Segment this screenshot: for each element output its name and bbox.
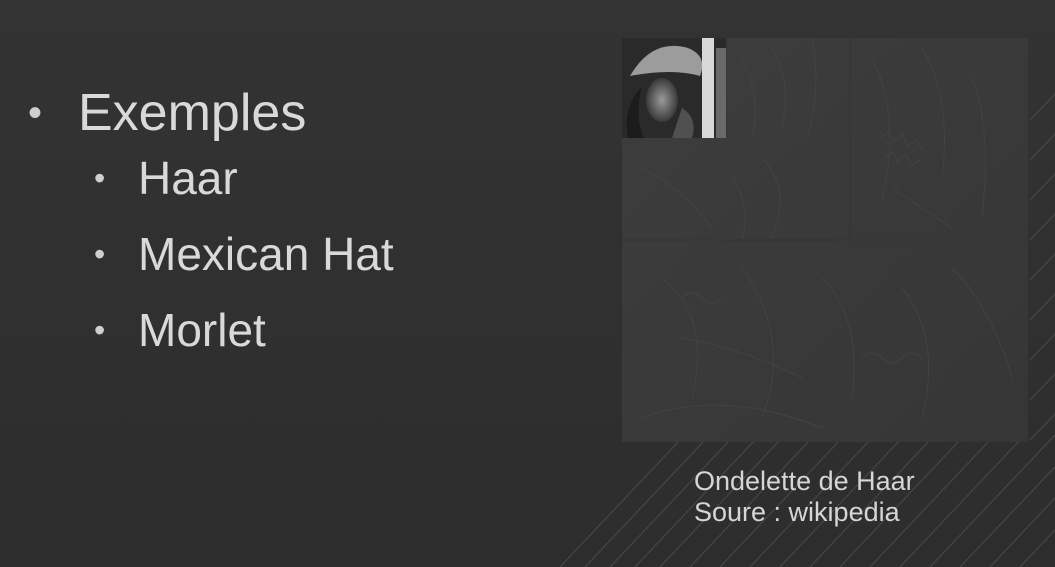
lena-thumbnail (622, 38, 726, 138)
sub-bullet-label: Haar (138, 152, 238, 204)
caption-title: Ondelette de Haar (694, 466, 915, 496)
bullet-list: Exemples Haar Mexican Hat Morlet (28, 80, 394, 380)
image-caption: Ondelette de Haar Soure : wikipedia (694, 466, 915, 528)
sub-bullet-item: Morlet (28, 304, 394, 356)
bullet-item-exemples: Exemples Haar Mexican Hat Morlet (28, 80, 394, 356)
bullet-main-label: Exemples (78, 84, 307, 142)
slide: Exemples Haar Mexican Hat Morlet (0, 0, 1055, 567)
sub-bullet-item: Haar (28, 152, 394, 204)
haar-wavelet-decomposition-image (622, 38, 1028, 442)
sub-bullet-list: Haar Mexican Hat Morlet (78, 152, 394, 356)
sub-bullet-item: Mexican Hat (28, 228, 394, 280)
sub-bullet-label: Morlet (138, 304, 266, 356)
haar-wavelet-image (622, 38, 1028, 442)
sub-bullet-label: Mexican Hat (138, 228, 394, 280)
caption-source: Soure : wikipedia (694, 497, 900, 527)
